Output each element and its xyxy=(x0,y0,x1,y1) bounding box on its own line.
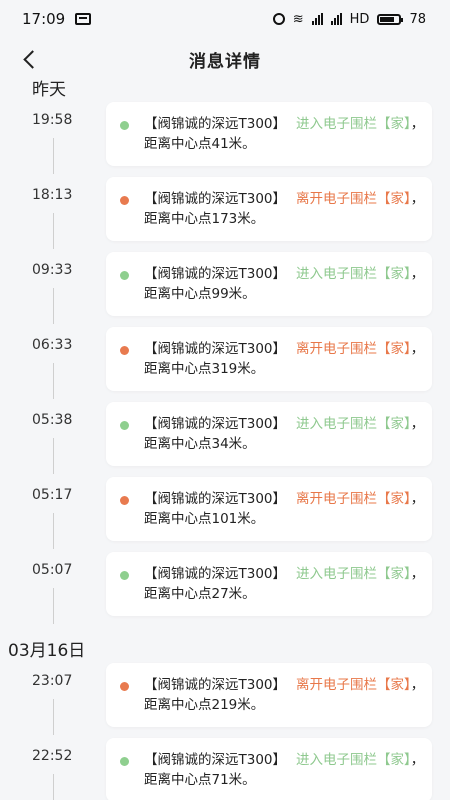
message-card[interactable]: 【阀锦诚的深远T300】 离开电子围栏【家】，距离中心点173米。 xyxy=(106,177,432,241)
timeline-connector xyxy=(53,438,54,474)
timeline-entry: 09:33 【阀锦诚的深远T300】 进入电子围栏【家】，距离中心点99米。 xyxy=(0,252,450,327)
message-card[interactable]: 【阀锦诚的深远T300】 进入电子围栏【家】，距离中心点41米。 xyxy=(106,102,432,166)
message-text: 【阀锦诚的深远T300】 离开电子围栏【家】，距离中心点319米。 xyxy=(144,339,426,379)
message-list[interactable]: 昨天 19:58 【阀锦诚的深远T300】 进入电子围栏【家】，距离中心点41米。 18… xyxy=(0,72,450,800)
message-card[interactable]: 【阀锦诚的深远T300】 进入电子围栏【家】，距离中心点71米。 xyxy=(106,738,432,800)
message-card[interactable]: 【阀锦诚的深远T300】 进入电子围栏【家】，距离中心点27米。 xyxy=(106,552,432,616)
enter-status-dot xyxy=(120,757,129,766)
message-card[interactable]: 【阀锦诚的深远T300】 进入电子围栏【家】，距离中心点34米。 xyxy=(106,402,432,466)
signal-icon-2 xyxy=(330,13,342,25)
fence-action: 离开电子围栏 xyxy=(296,491,378,507)
device-name: 【阀锦诚的深远T300】 xyxy=(144,677,287,693)
timeline-entry: 06:33 【阀锦诚的深远T300】 离开电子围栏【家】，距离中心点319米。 xyxy=(0,327,450,402)
clock-time: 17:09 xyxy=(22,10,66,28)
hd-label: HD xyxy=(349,11,370,27)
fence-zone: 【家】 xyxy=(377,266,411,282)
fence-action: 进入电子围栏 xyxy=(296,266,378,282)
fence-zone: 【家】 xyxy=(377,491,411,507)
page-title: 消息详情 xyxy=(189,51,261,72)
device-name: 【阀锦诚的深远T300】 xyxy=(144,266,287,282)
signal-icon xyxy=(311,13,323,25)
entry-time: 05:07 xyxy=(32,562,73,578)
status-bar: 17:09 ≋ HD 78 xyxy=(0,0,450,38)
date-heading: 昨天 xyxy=(32,79,66,100)
fence-action: 进入电子围栏 xyxy=(296,752,378,768)
entry-time: 05:38 xyxy=(32,412,73,428)
chevron-left-icon xyxy=(22,49,42,69)
status-left: 17:09 xyxy=(22,10,92,28)
device-name: 【阀锦诚的深远T300】 xyxy=(144,191,287,207)
timeline-entry: 19:58 【阀锦诚的深远T300】 进入电子围栏【家】，距离中心点41米。 xyxy=(0,102,450,177)
timeline-entry: 23:07 【阀锦诚的深远T300】 离开电子围栏【家】，距离中心点219米。 xyxy=(0,663,450,738)
fence-zone: 【家】 xyxy=(377,416,411,432)
fence-zone: 【家】 xyxy=(377,566,411,582)
fence-zone: 【家】 xyxy=(377,191,411,207)
fence-action: 进入电子围栏 xyxy=(296,116,378,132)
entry-time: 23:07 xyxy=(32,673,73,689)
fence-action: 进入电子围栏 xyxy=(296,566,378,582)
enter-status-dot xyxy=(120,271,129,280)
timeline-connector xyxy=(53,699,54,735)
fence-zone: 【家】 xyxy=(377,341,411,357)
message-list-root: 昨天 19:58 【阀锦诚的深远T300】 进入电子围栏【家】，距离中心点41米。 18… xyxy=(0,72,450,800)
fence-action: 离开电子围栏 xyxy=(296,341,378,357)
timeline-entry: 05:38 【阀锦诚的深远T300】 进入电子围栏【家】，距离中心点34米。 xyxy=(0,402,450,477)
enter-status-dot xyxy=(120,121,129,130)
message-card[interactable]: 【阀锦诚的深远T300】 离开电子围栏【家】，距离中心点319米。 xyxy=(106,327,432,391)
device-name: 【阀锦诚的深远T300】 xyxy=(144,116,287,132)
message-text: 【阀锦诚的深远T300】 进入电子围栏【家】，距离中心点41米。 xyxy=(144,114,426,154)
date-heading: 03月16日 xyxy=(8,640,86,661)
battery-icon xyxy=(377,13,404,25)
fence-action: 进入电子围栏 xyxy=(296,416,378,432)
timeline-connector xyxy=(53,213,54,249)
message-card[interactable]: 【阀锦诚的深远T300】 离开电子围栏【家】，距离中心点101米。 xyxy=(106,477,432,541)
leave-status-dot xyxy=(120,496,129,505)
leave-status-dot xyxy=(120,196,129,205)
device-name: 【阀锦诚的深远T300】 xyxy=(144,416,287,432)
leave-status-dot xyxy=(120,682,129,691)
device-name: 【阀锦诚的深远T300】 xyxy=(144,752,287,768)
wifi-icon: ≋ xyxy=(292,11,304,27)
device-name: 【阀锦诚的深远T300】 xyxy=(144,566,287,582)
timeline-connector xyxy=(53,138,54,174)
alarm-icon xyxy=(272,13,285,25)
message-notification-icon xyxy=(75,13,92,25)
timeline-connector xyxy=(53,513,54,549)
timeline-entry: 18:13 【阀锦诚的深远T300】 离开电子围栏【家】，距离中心点173米。 xyxy=(0,177,450,252)
timeline-connector xyxy=(53,363,54,399)
fence-zone: 【家】 xyxy=(377,752,411,768)
timeline-entry: 05:17 【阀锦诚的深远T300】 离开电子围栏【家】，距离中心点101米。 xyxy=(0,477,450,552)
entry-time: 19:58 xyxy=(32,112,73,128)
message-card[interactable]: 【阀锦诚的深远T300】 进入电子围栏【家】，距离中心点99米。 xyxy=(106,252,432,316)
fence-zone: 【家】 xyxy=(377,116,411,132)
enter-status-dot xyxy=(120,571,129,580)
device-name: 【阀锦诚的深远T300】 xyxy=(144,341,287,357)
entry-time: 09:33 xyxy=(32,262,73,278)
message-text: 【阀锦诚的深远T300】 进入电子围栏【家】，距离中心点27米。 xyxy=(144,564,426,604)
message-text: 【阀锦诚的深远T300】 进入电子围栏【家】，距离中心点34米。 xyxy=(144,414,426,454)
message-text: 【阀锦诚的深远T300】 离开电子围栏【家】，距离中心点173米。 xyxy=(144,189,426,229)
fence-zone: 【家】 xyxy=(377,677,411,693)
timeline-entry: 22:52 【阀锦诚的深远T300】 进入电子围栏【家】，距离中心点71米。 xyxy=(0,738,450,800)
message-text: 【阀锦诚的深远T300】 离开电子围栏【家】，距离中心点219米。 xyxy=(144,675,426,715)
leave-status-dot xyxy=(120,346,129,355)
enter-status-dot xyxy=(120,421,129,430)
entry-time: 05:17 xyxy=(32,487,73,503)
battery-level: 78 xyxy=(409,11,426,27)
entry-time: 18:13 xyxy=(32,187,73,203)
timeline-connector xyxy=(53,288,54,324)
entry-time: 22:52 xyxy=(32,748,73,764)
message-text: 【阀锦诚的深远T300】 离开电子围栏【家】，距离中心点101米。 xyxy=(144,489,426,529)
message-text: 【阀锦诚的深远T300】 进入电子围栏【家】，距离中心点99米。 xyxy=(144,264,426,304)
timeline-connector xyxy=(53,588,54,624)
status-right: ≋ HD 78 xyxy=(272,11,426,27)
fence-action: 离开电子围栏 xyxy=(296,677,378,693)
entry-time: 06:33 xyxy=(32,337,73,353)
timeline-entry: 05:07 【阀锦诚的深远T300】 进入电子围栏【家】，距离中心点27米。 xyxy=(0,552,450,627)
timeline-connector xyxy=(53,774,54,800)
message-text: 【阀锦诚的深远T300】 进入电子围栏【家】，距离中心点71米。 xyxy=(144,750,426,790)
message-card[interactable]: 【阀锦诚的深远T300】 离开电子围栏【家】，距离中心点219米。 xyxy=(106,663,432,727)
fence-action: 离开电子围栏 xyxy=(296,191,378,207)
device-name: 【阀锦诚的深远T300】 xyxy=(144,491,287,507)
